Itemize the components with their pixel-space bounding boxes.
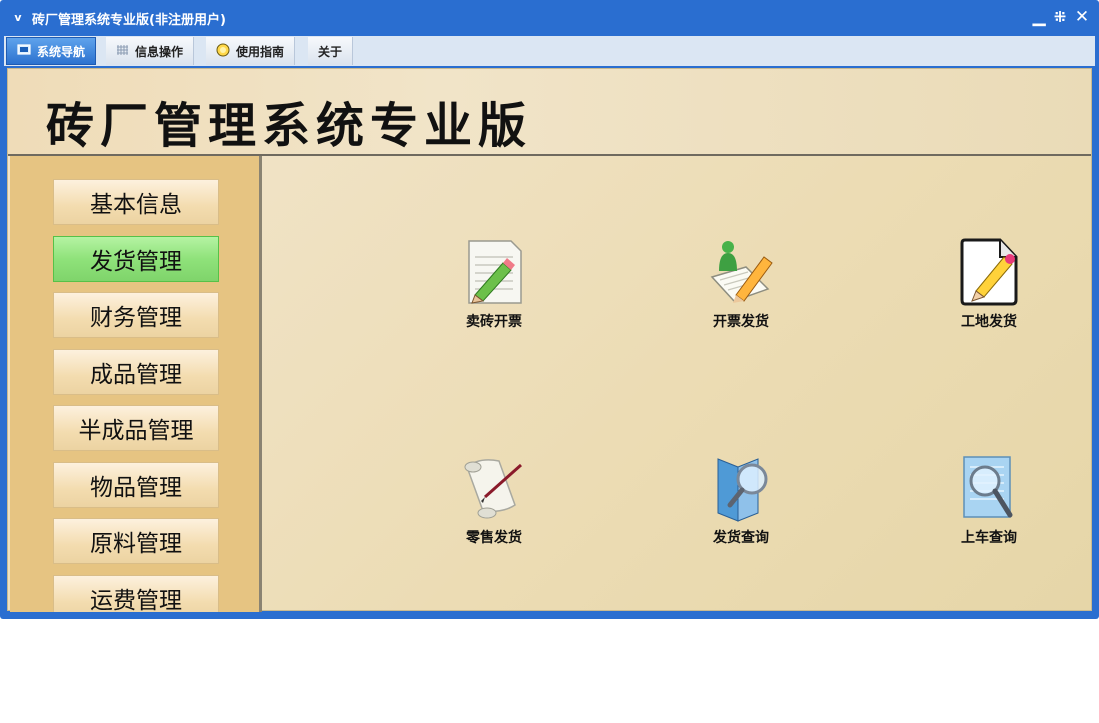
person-pencil-icon [681,237,801,307]
tab-bar: 系统导航 信息操作 使用指南 关于 [4,36,1095,66]
header-banner: 砖厂管理系统专业版 [8,69,1091,156]
window-title: 砖厂管理系统专业版(非注册用户) [32,13,226,28]
page-magnifier-icon [929,453,1049,523]
tile-site-ship[interactable]: 工地发货 [929,237,1049,347]
scroll-quill-icon [434,453,554,523]
tile-ship-query[interactable]: 发货查询 [681,453,801,563]
tile-label: 卖砖开票 [466,314,522,330]
sidebar-item-basic-info[interactable]: 基本信息 [53,179,219,225]
tile-retail-ship[interactable]: 零售发货 [434,453,554,563]
tab-label: 信息操作 [135,44,184,59]
restore-button[interactable]: ⁜ [1051,7,1069,27]
tab-info-ops[interactable]: 信息操作 [106,37,195,65]
tile-label: 开票发货 [713,314,769,330]
content-area: 砖厂管理系统专业版 基本信息 发货管理 财务管理 成品管理 半成品管理 物品管理… [7,68,1092,612]
app-window: ⅴ 砖厂管理系统专业版(非注册用户) ▁ ⁜ ✕ 系统导航 信息操作 使用指南 … [0,0,1099,619]
tile-label: 上车查询 [961,530,1017,546]
sidebar-item-products[interactable]: 成品管理 [53,349,219,395]
sidebar-item-freight[interactable]: 运费管理 [53,575,219,612]
tab-label: 系统导航 [37,44,86,59]
tab-about[interactable]: 关于 [308,37,354,65]
sidebar-item-semi-products[interactable]: 半成品管理 [53,405,219,451]
tile-label: 工地发货 [961,314,1017,330]
main-panel: 卖砖开票 开票发货 工地发货 零售发货 发货查询 上车查询 [265,156,1091,612]
title-bar[interactable]: ⅴ 砖厂管理系统专业版(非注册用户) ▁ ⁜ ✕ [0,0,1099,36]
tile-label: 零售发货 [466,530,522,546]
tile-loading-query[interactable]: 上车查询 [929,453,1049,563]
tab-label: 使用指南 [236,44,285,59]
sidebar: 基本信息 发货管理 财务管理 成品管理 半成品管理 物品管理 原料管理 运费管理 [10,156,262,612]
app-icon: ⅴ [14,11,22,24]
tab-label: 关于 [318,44,343,59]
tile-label: 发货查询 [713,530,769,546]
document-pencil-icon [434,237,554,307]
tile-invoice-ship[interactable]: 开票发货 [681,237,801,347]
sidebar-item-goods[interactable]: 物品管理 [53,462,219,508]
sidebar-item-shipping[interactable]: 发货管理 [53,236,219,282]
edit-page-icon [929,237,1049,307]
minimize-button[interactable]: ▁ [1030,7,1048,27]
book-magnifier-icon [681,453,801,523]
grid-icon [116,44,129,59]
sidebar-item-materials[interactable]: 原料管理 [53,518,219,564]
sidebar-item-finance[interactable]: 财务管理 [53,292,219,338]
close-button[interactable]: ✕ [1073,7,1091,27]
tab-system-nav[interactable]: 系统导航 [6,37,97,65]
tab-user-guide[interactable]: 使用指南 [206,37,296,65]
monitor-icon [17,43,31,59]
help-icon [216,43,230,60]
page-title: 砖厂管理系统专业版 [46,98,533,154]
tile-sell-brick-invoice[interactable]: 卖砖开票 [434,237,554,347]
